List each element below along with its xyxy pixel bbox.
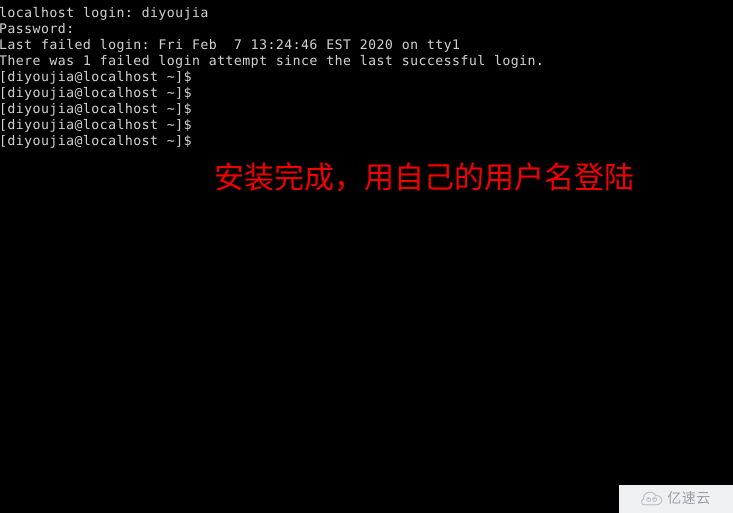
watermark-label: 亿速云 — [667, 491, 711, 507]
terminal-line-password-prompt: Password: — [0, 22, 75, 37]
terminal-line-last-failed-login: Last failed login: Fri Feb 7 13:24:46 ES… — [0, 38, 461, 53]
terminal-line-shell-prompt: [diyoujia@localhost ~]$ — [0, 86, 192, 101]
cloud-icon — [641, 491, 663, 506]
terminal-line-login-prompt: localhost login: diyoujia — [0, 6, 209, 21]
annotation-text-overlay: 安装完成，用自己的用户名登陆 — [214, 161, 634, 196]
terminal-line-shell-prompt: [diyoujia@localhost ~]$ — [0, 102, 192, 117]
terminal-line-shell-prompt: [diyoujia@localhost ~]$ — [0, 70, 192, 85]
terminal-console-output: localhost login: diyoujia Password: Last… — [0, 6, 733, 150]
terminal-line-shell-prompt: [diyoujia@localhost ~]$ — [0, 134, 192, 149]
terminal-line-shell-prompt: [diyoujia@localhost ~]$ — [0, 118, 192, 133]
terminal-line-failed-attempt-notice: There was 1 failed login attempt since t… — [0, 54, 545, 69]
terminal-screen: localhost login: diyoujia Password: Last… — [0, 0, 733, 513]
watermark-badge: 亿速云 — [619, 485, 733, 513]
